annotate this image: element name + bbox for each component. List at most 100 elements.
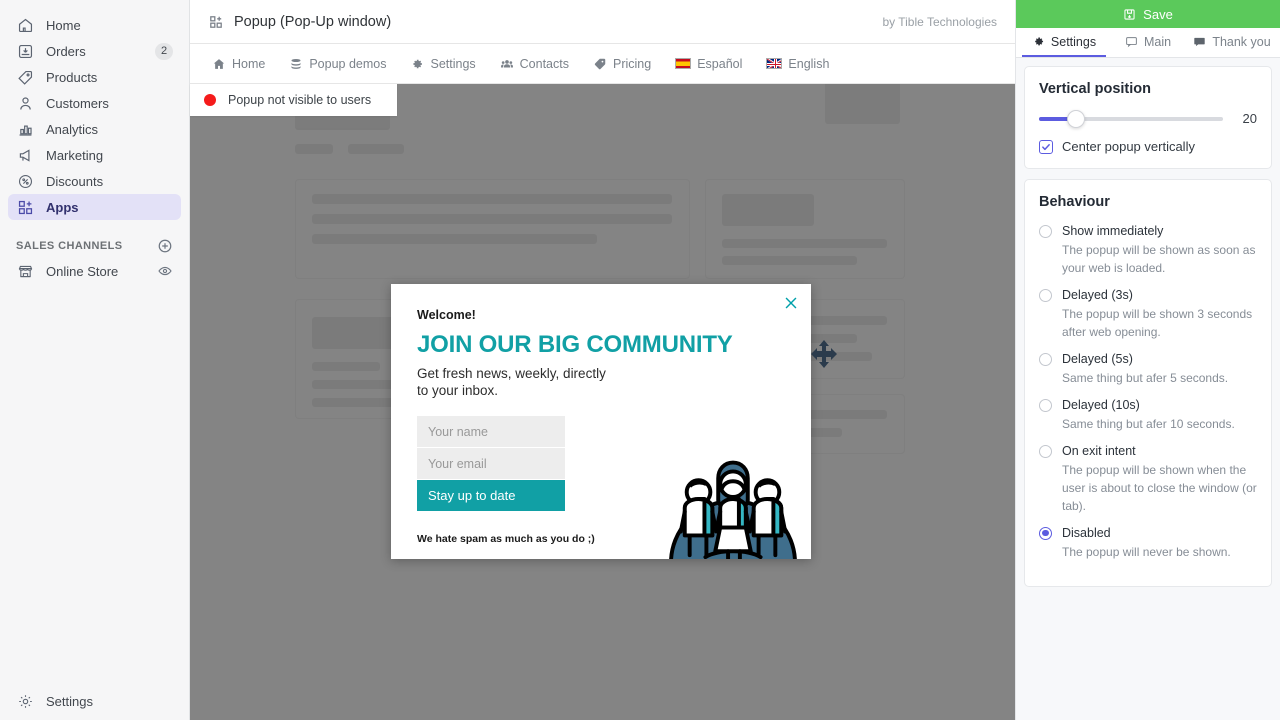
popup-welcome-text: Welcome! bbox=[417, 308, 476, 322]
popup-subtext: Get fresh news, weekly, directly to your… bbox=[417, 366, 606, 399]
sidebar-item-label: Discounts bbox=[46, 173, 104, 189]
gear-icon bbox=[1035, 37, 1043, 46]
community-people-globe-illustration bbox=[669, 460, 797, 559]
sidebar-item-products[interactable]: Products bbox=[8, 64, 181, 90]
behaviour-option-on-exit-intent[interactable]: On exit intent The popup will be shown w… bbox=[1039, 444, 1257, 515]
vertical-position-slider-row: 20 bbox=[1039, 109, 1257, 128]
tab-main[interactable]: Main bbox=[1106, 28, 1190, 57]
app-topbar: Popup (Pop-Up window) by Tible Technolog… bbox=[190, 0, 1015, 44]
vertical-position-title: Vertical position bbox=[1039, 81, 1151, 97]
radio-label: On exit intent bbox=[1062, 444, 1136, 458]
navbar-item-label: Español bbox=[697, 56, 743, 71]
popup-modal[interactable]: Welcome! JOIN OUR BIG COMMUNITY Get fres… bbox=[391, 284, 811, 559]
page-title: Popup (Pop-Up window) bbox=[234, 13, 392, 30]
behaviour-option-delayed-10s[interactable]: Delayed (10s) Same thing but afer 10 sec… bbox=[1039, 398, 1257, 433]
check-icon bbox=[1042, 143, 1050, 150]
orders-icon bbox=[16, 42, 34, 60]
products-icon bbox=[16, 68, 34, 86]
sidebar-item-label: Marketing bbox=[46, 147, 104, 163]
vertical-position-value: 20 bbox=[1242, 111, 1257, 126]
sidebar-item-label: Analytics bbox=[46, 121, 99, 137]
tab-thank-you[interactable]: Thank you bbox=[1190, 28, 1274, 57]
radio-description: The popup will be shown when the user is… bbox=[1062, 463, 1257, 513]
popup-headline: JOIN OUR BIG COMMUNITY bbox=[417, 331, 733, 358]
navbar-item-pricing[interactable]: Pricing bbox=[583, 53, 661, 75]
sidebar-item-label: Apps bbox=[46, 199, 79, 215]
sidebar-item-label: Home bbox=[46, 17, 81, 33]
sidebar-item-marketing[interactable]: Marketing bbox=[8, 142, 181, 168]
sidebar-item-orders[interactable]: Orders 2 bbox=[8, 38, 181, 64]
app-root: Home Orders 2 Products Customers Analyti… bbox=[0, 0, 1280, 720]
tag-icon bbox=[593, 57, 607, 71]
center-popup-checkbox[interactable] bbox=[1039, 139, 1053, 154]
vertical-position-slider[interactable] bbox=[1039, 109, 1223, 128]
tab-label: Settings bbox=[1050, 34, 1097, 49]
sidebar-item-home[interactable]: Home bbox=[8, 12, 181, 38]
radio-disabled[interactable] bbox=[1039, 526, 1052, 540]
panel-body: Vertical position 20 Center popup vertic… bbox=[1016, 58, 1280, 720]
flag-es-icon bbox=[675, 58, 692, 69]
sidebar-item-analytics[interactable]: Analytics bbox=[8, 116, 181, 142]
radio-label: Delayed (5s) bbox=[1062, 352, 1133, 366]
sidebar-item-discounts[interactable]: Discounts bbox=[8, 168, 181, 194]
radio-description: The popup will be shown as soon as your … bbox=[1062, 243, 1256, 275]
name-field[interactable] bbox=[417, 416, 565, 448]
behaviour-option-delayed-5s[interactable]: Delayed (5s) Same thing but afer 5 secon… bbox=[1039, 352, 1257, 387]
radio-description: The popup will never be shown. bbox=[1062, 545, 1231, 559]
radio-label: Delayed (10s) bbox=[1062, 398, 1140, 412]
save-button-label: Save bbox=[1143, 6, 1173, 22]
sidebar: Home Orders 2 Products Customers Analyti… bbox=[0, 0, 190, 720]
slider-thumb[interactable] bbox=[1066, 109, 1085, 128]
sidebar-item-settings[interactable]: Settings bbox=[8, 688, 182, 714]
vendor-byline: by Tible Technologies bbox=[882, 14, 997, 29]
behaviour-option-disabled[interactable]: Disabled The popup will never be shown. bbox=[1039, 526, 1257, 561]
move-handle-icon[interactable] bbox=[809, 339, 839, 369]
behaviour-option-show-immediately[interactable]: Show immediately The popup will be shown… bbox=[1039, 224, 1257, 277]
popup-preview-canvas[interactable]: Welcome! JOIN OUR BIG COMMUNITY Get fres… bbox=[190, 84, 1015, 720]
navbar-item-label: Contacts bbox=[519, 56, 569, 71]
behaviour-option-delayed-3s[interactable]: Delayed (3s) The popup will be shown 3 s… bbox=[1039, 288, 1257, 341]
popup-content: Welcome! JOIN OUR BIG COMMUNITY Get fres… bbox=[391, 284, 811, 559]
radio-delayed-3s[interactable] bbox=[1039, 288, 1052, 302]
home-solid-icon bbox=[212, 57, 226, 71]
comment-icon bbox=[1194, 37, 1206, 47]
sidebar-item-customers[interactable]: Customers bbox=[8, 90, 181, 116]
navbar-item-home[interactable]: Home bbox=[202, 53, 275, 75]
radio-show-immediately[interactable] bbox=[1039, 224, 1052, 238]
navbar-item-settings[interactable]: Settings bbox=[400, 53, 485, 75]
stay-up-to-date-button[interactable]: Stay up to date bbox=[417, 480, 565, 512]
center-vertically-row[interactable]: Center popup vertically bbox=[1039, 139, 1257, 154]
tab-label: Main bbox=[1143, 34, 1172, 49]
orders-badge: 2 bbox=[155, 42, 173, 60]
status-badge: Popup not visible to users bbox=[228, 93, 372, 107]
radio-delayed-10s[interactable] bbox=[1039, 398, 1052, 412]
tab-settings[interactable]: Settings bbox=[1022, 28, 1106, 57]
apps-icon bbox=[16, 198, 34, 216]
radio-on-exit-intent[interactable] bbox=[1039, 444, 1052, 458]
radio-delayed-5s[interactable] bbox=[1039, 352, 1052, 366]
navbar-item-label: Pricing bbox=[613, 56, 652, 71]
sidebar-item-apps[interactable]: Apps bbox=[8, 194, 181, 220]
behaviour-card: Behaviour Show immediately The popup wil… bbox=[1024, 179, 1272, 587]
analytics-icon bbox=[16, 120, 34, 138]
navbar-item-english[interactable]: English bbox=[756, 53, 839, 75]
app-navbar: Home Popup demos Settings Contacts Prici… bbox=[190, 44, 1015, 84]
save-button[interactable]: Save bbox=[1016, 0, 1280, 28]
store-icon bbox=[16, 262, 34, 280]
navbar-item-contacts[interactable]: Contacts bbox=[490, 53, 579, 75]
preview-store-icon[interactable] bbox=[157, 263, 173, 279]
sidebar-item-online-store[interactable]: Online Store bbox=[8, 258, 181, 284]
discounts-icon bbox=[16, 172, 34, 190]
gear-icon bbox=[410, 57, 424, 71]
add-channel-icon[interactable] bbox=[157, 238, 173, 254]
center-popup-label: Center popup vertically bbox=[1062, 139, 1195, 154]
sidebar-item-label: Customers bbox=[46, 95, 109, 111]
email-field[interactable] bbox=[417, 448, 565, 480]
navbar-item-popup-demos[interactable]: Popup demos bbox=[279, 53, 396, 75]
behaviour-title: Behaviour bbox=[1039, 194, 1110, 210]
navbar-item-espanol[interactable]: Español bbox=[665, 53, 752, 75]
navbar-item-label: Settings bbox=[430, 56, 476, 71]
sidebar-section-sales-channels: SALES CHANNELS bbox=[8, 234, 181, 258]
sidebar-item-label: Settings bbox=[46, 693, 93, 709]
users-icon bbox=[500, 57, 514, 71]
